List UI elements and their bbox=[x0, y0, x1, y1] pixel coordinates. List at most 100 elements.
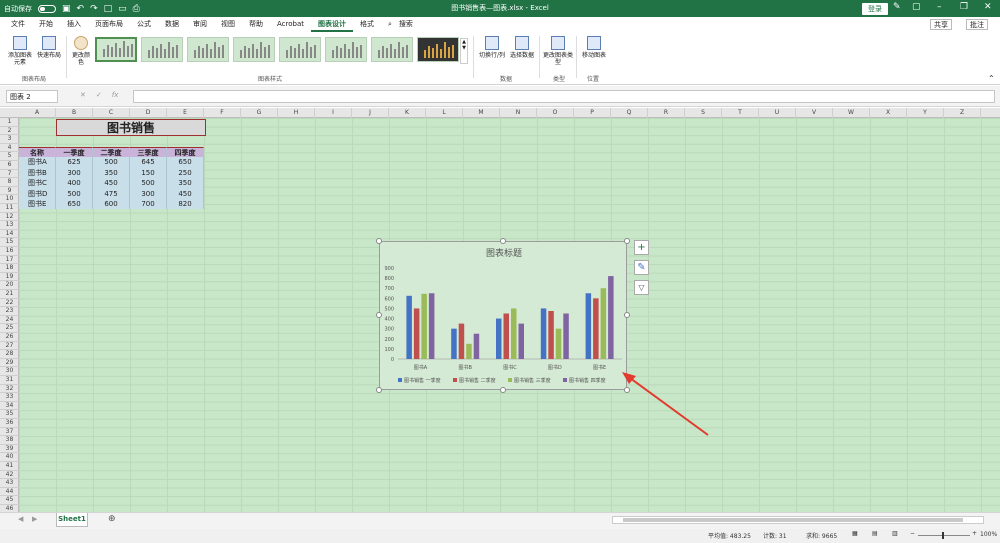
row-header-11[interactable]: 11 bbox=[0, 204, 19, 213]
row-header-7[interactable]: 7 bbox=[0, 170, 19, 179]
change-chart-type-button[interactable]: 更改图表类型 bbox=[543, 36, 573, 66]
resize-handle-l[interactable] bbox=[376, 312, 382, 318]
row-header-4[interactable]: 4 bbox=[0, 144, 19, 153]
resize-handle-tr[interactable] bbox=[624, 238, 630, 244]
restore-icon[interactable]: ❐ bbox=[960, 2, 968, 12]
normal-view-icon[interactable]: ▦ bbox=[852, 530, 858, 537]
row-header-5[interactable]: 5 bbox=[0, 152, 19, 161]
table-cell[interactable]: 400 bbox=[56, 178, 93, 189]
row-header-17[interactable]: 17 bbox=[0, 256, 19, 265]
row-header-45[interactable]: 45 bbox=[0, 496, 19, 505]
search-box[interactable]: 搜索 bbox=[399, 17, 420, 32]
bar-图书D-0[interactable] bbox=[540, 308, 547, 359]
save-icon[interactable]: ▣ bbox=[62, 4, 71, 14]
row-header-2[interactable]: 2 bbox=[0, 127, 19, 136]
chart-styles-brush-icon[interactable]: ✎ bbox=[634, 260, 649, 275]
table-cell[interactable]: 450 bbox=[167, 188, 204, 199]
chart-title[interactable]: 图表标题 bbox=[486, 247, 522, 259]
row-header-38[interactable]: 38 bbox=[0, 436, 19, 445]
table-cell[interactable]: 图书E bbox=[19, 199, 56, 210]
bar-图书E-3[interactable] bbox=[608, 276, 614, 359]
resize-handle-tl[interactable] bbox=[376, 238, 382, 244]
print-icon[interactable]: ⎙ bbox=[133, 4, 140, 14]
scrollbar-thumb[interactable] bbox=[623, 518, 963, 522]
row-header-9[interactable]: 9 bbox=[0, 187, 19, 196]
chart-object[interactable]: 图表标题 0 100 200 300 400 500 600 700 800 900 图书A 图书B 图… bbox=[379, 241, 627, 390]
comment-button[interactable]: 批注 bbox=[966, 19, 988, 30]
share-button[interactable]: 共享 bbox=[930, 19, 952, 30]
bar-图书B-0[interactable] bbox=[451, 328, 457, 359]
add-sheet-icon[interactable]: ⊕ bbox=[108, 514, 116, 524]
login-button[interactable]: 登录 bbox=[862, 3, 888, 15]
gallery-scroll[interactable]: ▲ ▼ bbox=[460, 38, 468, 64]
column-header-P[interactable]: P bbox=[574, 108, 611, 118]
tab-help[interactable]: 帮助 bbox=[242, 17, 270, 32]
sheet-tab-sheet1[interactable]: Sheet1 bbox=[56, 513, 88, 527]
column-header-I[interactable]: I bbox=[315, 108, 352, 118]
column-header-F[interactable]: F bbox=[204, 108, 241, 118]
column-header-Z[interactable]: Z bbox=[944, 108, 981, 118]
tab-format[interactable]: 格式 bbox=[353, 17, 381, 32]
row-header-34[interactable]: 34 bbox=[0, 402, 19, 411]
table-header-cell[interactable]: 三季度 bbox=[130, 147, 167, 158]
row-header-43[interactable]: 43 bbox=[0, 479, 19, 488]
bar-图书E-2[interactable] bbox=[600, 288, 607, 359]
zoom-slider-thumb[interactable] bbox=[942, 532, 944, 539]
table-cell[interactable]: 300 bbox=[56, 167, 93, 179]
bar-图书C-1[interactable] bbox=[503, 313, 510, 360]
tab-acrobat[interactable]: Acrobat bbox=[270, 17, 311, 32]
pen-icon[interactable]: ✎ bbox=[893, 2, 901, 12]
bar-图书C-3[interactable] bbox=[518, 323, 525, 359]
table-header-cell[interactable]: 一季度 bbox=[56, 147, 93, 158]
column-header-V[interactable]: V bbox=[796, 108, 833, 118]
row-header-40[interactable]: 40 bbox=[0, 453, 19, 462]
row-header-27[interactable]: 27 bbox=[0, 342, 19, 351]
tab-insert[interactable]: 插入 bbox=[60, 17, 88, 32]
table-cell[interactable]: 650 bbox=[167, 157, 204, 168]
row-header-14[interactable]: 14 bbox=[0, 230, 19, 239]
column-header-H[interactable]: H bbox=[278, 108, 315, 118]
bar-图书B-3[interactable] bbox=[473, 333, 480, 359]
row-header-37[interactable]: 37 bbox=[0, 428, 19, 437]
chart-filter-icon[interactable]: ▽ bbox=[634, 280, 649, 295]
tab-page-layout[interactable]: 页面布局 bbox=[88, 17, 130, 32]
bar-图书C-2[interactable] bbox=[511, 308, 517, 359]
bar-图书B-1[interactable] bbox=[458, 323, 465, 359]
tab-formulas[interactable]: 公式 bbox=[130, 17, 158, 32]
bar-图书E-1[interactable] bbox=[593, 298, 599, 359]
autosave-toggle[interactable] bbox=[38, 4, 56, 13]
chart-style-1[interactable] bbox=[95, 37, 137, 62]
page-break-view-icon[interactable]: ▥ bbox=[892, 530, 898, 537]
add-chart-element-button[interactable]: 添加图表元素 bbox=[6, 36, 34, 66]
table-cell[interactable]: 600 bbox=[93, 199, 130, 210]
row-header-13[interactable]: 13 bbox=[0, 221, 19, 230]
horizontal-scrollbar[interactable] bbox=[612, 516, 984, 524]
table-header-cell[interactable]: 四季度 bbox=[167, 147, 204, 158]
row-header-33[interactable]: 33 bbox=[0, 393, 19, 402]
column-header-G[interactable]: G bbox=[241, 108, 278, 118]
row-header-6[interactable]: 6 bbox=[0, 161, 19, 170]
table-cell[interactable]: 700 bbox=[130, 199, 167, 210]
table-cell[interactable]: 820 bbox=[167, 199, 204, 210]
row-header-41[interactable]: 41 bbox=[0, 462, 19, 471]
open-file-icon[interactable]: ▭ bbox=[118, 4, 127, 14]
row-header-15[interactable]: 15 bbox=[0, 238, 19, 247]
column-header-O[interactable]: O bbox=[537, 108, 574, 118]
tab-view[interactable]: 视图 bbox=[214, 17, 242, 32]
enter-icon[interactable]: ✓ bbox=[96, 91, 102, 99]
row-header-18[interactable]: 18 bbox=[0, 264, 19, 273]
column-header-J[interactable]: J bbox=[352, 108, 389, 118]
column-header-N[interactable]: N bbox=[500, 108, 537, 118]
close-icon[interactable]: ✕ bbox=[984, 2, 992, 12]
table-header-cell[interactable]: 二季度 bbox=[93, 147, 130, 158]
chart-style-4[interactable] bbox=[233, 37, 275, 62]
table-cell[interactable]: 645 bbox=[130, 157, 167, 168]
column-header-D[interactable]: D bbox=[130, 108, 167, 118]
column-header-M[interactable]: M bbox=[463, 108, 500, 118]
table-cell[interactable]: 250 bbox=[167, 167, 204, 179]
resize-handle-t[interactable] bbox=[500, 238, 506, 244]
bar-图书B-2[interactable] bbox=[466, 343, 472, 359]
zoom-in-icon[interactable]: + bbox=[972, 530, 977, 537]
zoom-out-icon[interactable]: − bbox=[910, 530, 915, 537]
chart-style-3[interactable] bbox=[187, 37, 229, 62]
